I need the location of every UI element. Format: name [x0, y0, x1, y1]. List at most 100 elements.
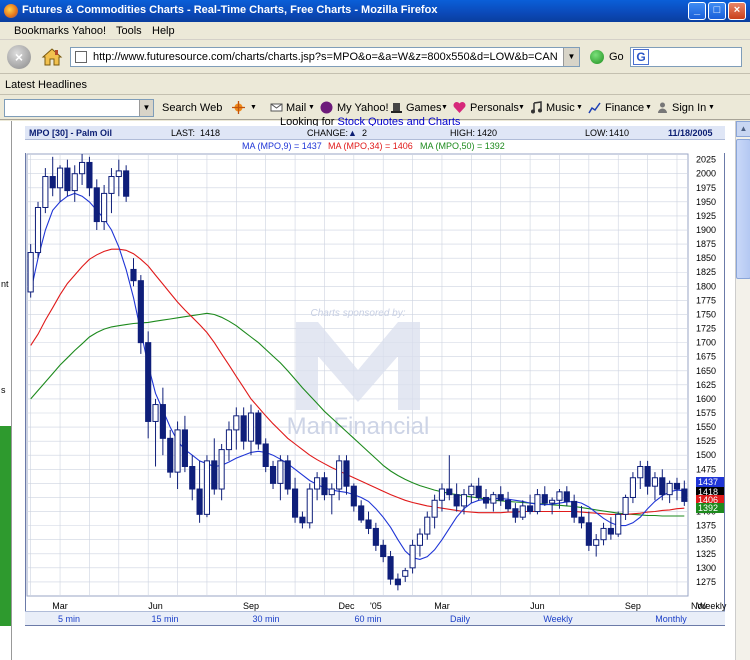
- candle-body: [262, 443, 269, 467]
- close-button[interactable]: ×: [728, 2, 746, 20]
- y-tick-label: 1875: [696, 239, 716, 249]
- candle-body: [409, 544, 416, 569]
- candle-body: [622, 496, 629, 515]
- personals-dropdown-icon[interactable]: ▼: [518, 104, 525, 111]
- period-link-15-min[interactable]: 15 min: [151, 614, 178, 624]
- yahoo-sun-dropdown-icon[interactable]: ▼: [250, 104, 257, 111]
- scrollbar-thumb[interactable]: [736, 139, 750, 279]
- mail-dropdown-icon[interactable]: ▼: [308, 104, 315, 111]
- search-engine-icon[interactable]: G: [633, 49, 649, 65]
- y-tick-label: 1700: [696, 338, 716, 348]
- personals-icon[interactable]: [453, 101, 466, 114]
- mail-icon[interactable]: [270, 101, 283, 114]
- y-tick-label: 1525: [696, 436, 716, 446]
- low-label: LOW:: [585, 128, 608, 138]
- candle-body: [490, 494, 497, 504]
- candle-body: [578, 516, 585, 524]
- candle-body: [123, 170, 130, 197]
- finance-dropdown-icon[interactable]: ▼: [645, 104, 652, 111]
- candle-body: [233, 415, 240, 431]
- candle-body: [681, 488, 688, 502]
- music-icon[interactable]: [530, 101, 543, 114]
- x-tick-label: Mar: [434, 601, 450, 611]
- menu-help[interactable]: Help: [152, 25, 175, 37]
- y-tick-label: 1625: [696, 380, 716, 390]
- legend-ma9: MA (MPO,9) = 1437: [242, 141, 322, 151]
- candle-body: [446, 488, 453, 496]
- candle-body: [174, 429, 181, 473]
- candle-body: [460, 494, 468, 507]
- high-label: HIGH:: [450, 128, 476, 138]
- home-icon[interactable]: [40, 45, 64, 69]
- x-tick-label: Mar: [52, 601, 68, 611]
- candle-body: [108, 176, 115, 194]
- music-dropdown-icon[interactable]: ▼: [576, 104, 583, 111]
- period-link-30-min[interactable]: 30 min: [252, 614, 279, 624]
- period-link-daily[interactable]: Daily: [450, 614, 471, 624]
- yahoo-item-sign-in[interactable]: Sign In: [672, 102, 706, 114]
- x-tick-label: Sep: [625, 601, 641, 611]
- period-link-monthly[interactable]: Monthly: [655, 614, 687, 624]
- candle-body: [79, 161, 86, 175]
- candle-body: [152, 404, 159, 422]
- scroll-up-arrow-icon[interactable]: ▲: [736, 121, 750, 137]
- minimize-button[interactable]: _: [688, 2, 706, 20]
- maximize-button[interactable]: □: [708, 2, 726, 20]
- go-arrow-icon[interactable]: [590, 50, 604, 64]
- menu-bookmarks[interactable]: Bookmarks: [14, 25, 69, 37]
- candle-body: [299, 516, 306, 524]
- url-dropdown-chevron-icon[interactable]: ▼: [563, 48, 579, 66]
- period-link-weekly[interactable]: Weekly: [543, 614, 573, 624]
- menu-yahoo[interactable]: Yahoo!: [72, 25, 106, 37]
- url-bar[interactable]: http://www.futuresource.com/charts/chart…: [70, 47, 580, 67]
- high-value: 1420: [477, 128, 498, 138]
- y-tick-label: 1925: [696, 211, 716, 221]
- candle-body: [269, 465, 277, 484]
- candle-body: [328, 488, 335, 496]
- yahoo-item-my-yahoo[interactable]: My Yahoo!: [337, 102, 389, 114]
- yahoo-item-finance[interactable]: Finance: [605, 102, 644, 114]
- candle-body: [34, 206, 42, 254]
- yahoo-search-dropdown-icon[interactable]: ▼: [139, 100, 153, 116]
- my-yahoo-icon[interactable]: [320, 101, 333, 114]
- candle-body: [365, 519, 372, 529]
- menu-tools[interactable]: Tools: [116, 25, 142, 37]
- sign-in-dropdown-icon[interactable]: ▼: [708, 104, 715, 111]
- menu-bar: Bookmarks Yahoo! Tools Help: [0, 22, 750, 40]
- candle-body: [541, 494, 548, 504]
- yahoo-item-personals[interactable]: Personals: [470, 102, 519, 114]
- firefox-icon: [4, 4, 18, 18]
- yahoo-item-music[interactable]: Music: [546, 102, 575, 114]
- sign-in-icon[interactable]: [656, 101, 669, 114]
- vertical-scrollbar[interactable]: ▲: [735, 121, 750, 660]
- stop-button[interactable]: ×: [7, 45, 31, 69]
- url-text[interactable]: http://www.futuresource.com/charts/chart…: [93, 51, 558, 63]
- period-link-60-min[interactable]: 60 min: [354, 614, 381, 624]
- candle-body: [629, 477, 636, 498]
- candle-body: [211, 460, 218, 490]
- yahoo-search-input[interactable]: ▼: [4, 99, 154, 117]
- candle-body: [64, 167, 71, 192]
- games-icon[interactable]: [390, 101, 403, 114]
- yahoo-item-games[interactable]: Games: [406, 102, 441, 114]
- go-button[interactable]: Go: [609, 51, 624, 63]
- price-badge-text: 1437: [698, 477, 718, 487]
- search-web-button[interactable]: Search Web: [162, 102, 222, 114]
- watermark-sponsor-text: Charts sponsored by:: [310, 308, 405, 319]
- candle-body: [563, 491, 570, 502]
- candle-body: [306, 488, 313, 524]
- games-dropdown-icon[interactable]: ▼: [441, 104, 448, 111]
- candle-body: [130, 268, 137, 282]
- candle-body: [71, 173, 78, 192]
- yahoo-sun-icon[interactable]: [232, 101, 245, 114]
- search-input[interactable]: G: [630, 47, 742, 67]
- candle-body: [424, 516, 431, 535]
- window-title: Futures & Commodities Charts - Real-Time…: [22, 4, 438, 16]
- period-link-5-min[interactable]: 5 min: [58, 614, 80, 624]
- candle-body: [372, 527, 379, 546]
- candle: [203, 455, 211, 518]
- finance-icon[interactable]: [588, 101, 601, 114]
- bookmark-latest-headlines[interactable]: Latest Headlines: [5, 79, 87, 91]
- yahoo-item-mail[interactable]: Mail: [286, 102, 306, 114]
- y-tick-label: 1725: [696, 324, 716, 334]
